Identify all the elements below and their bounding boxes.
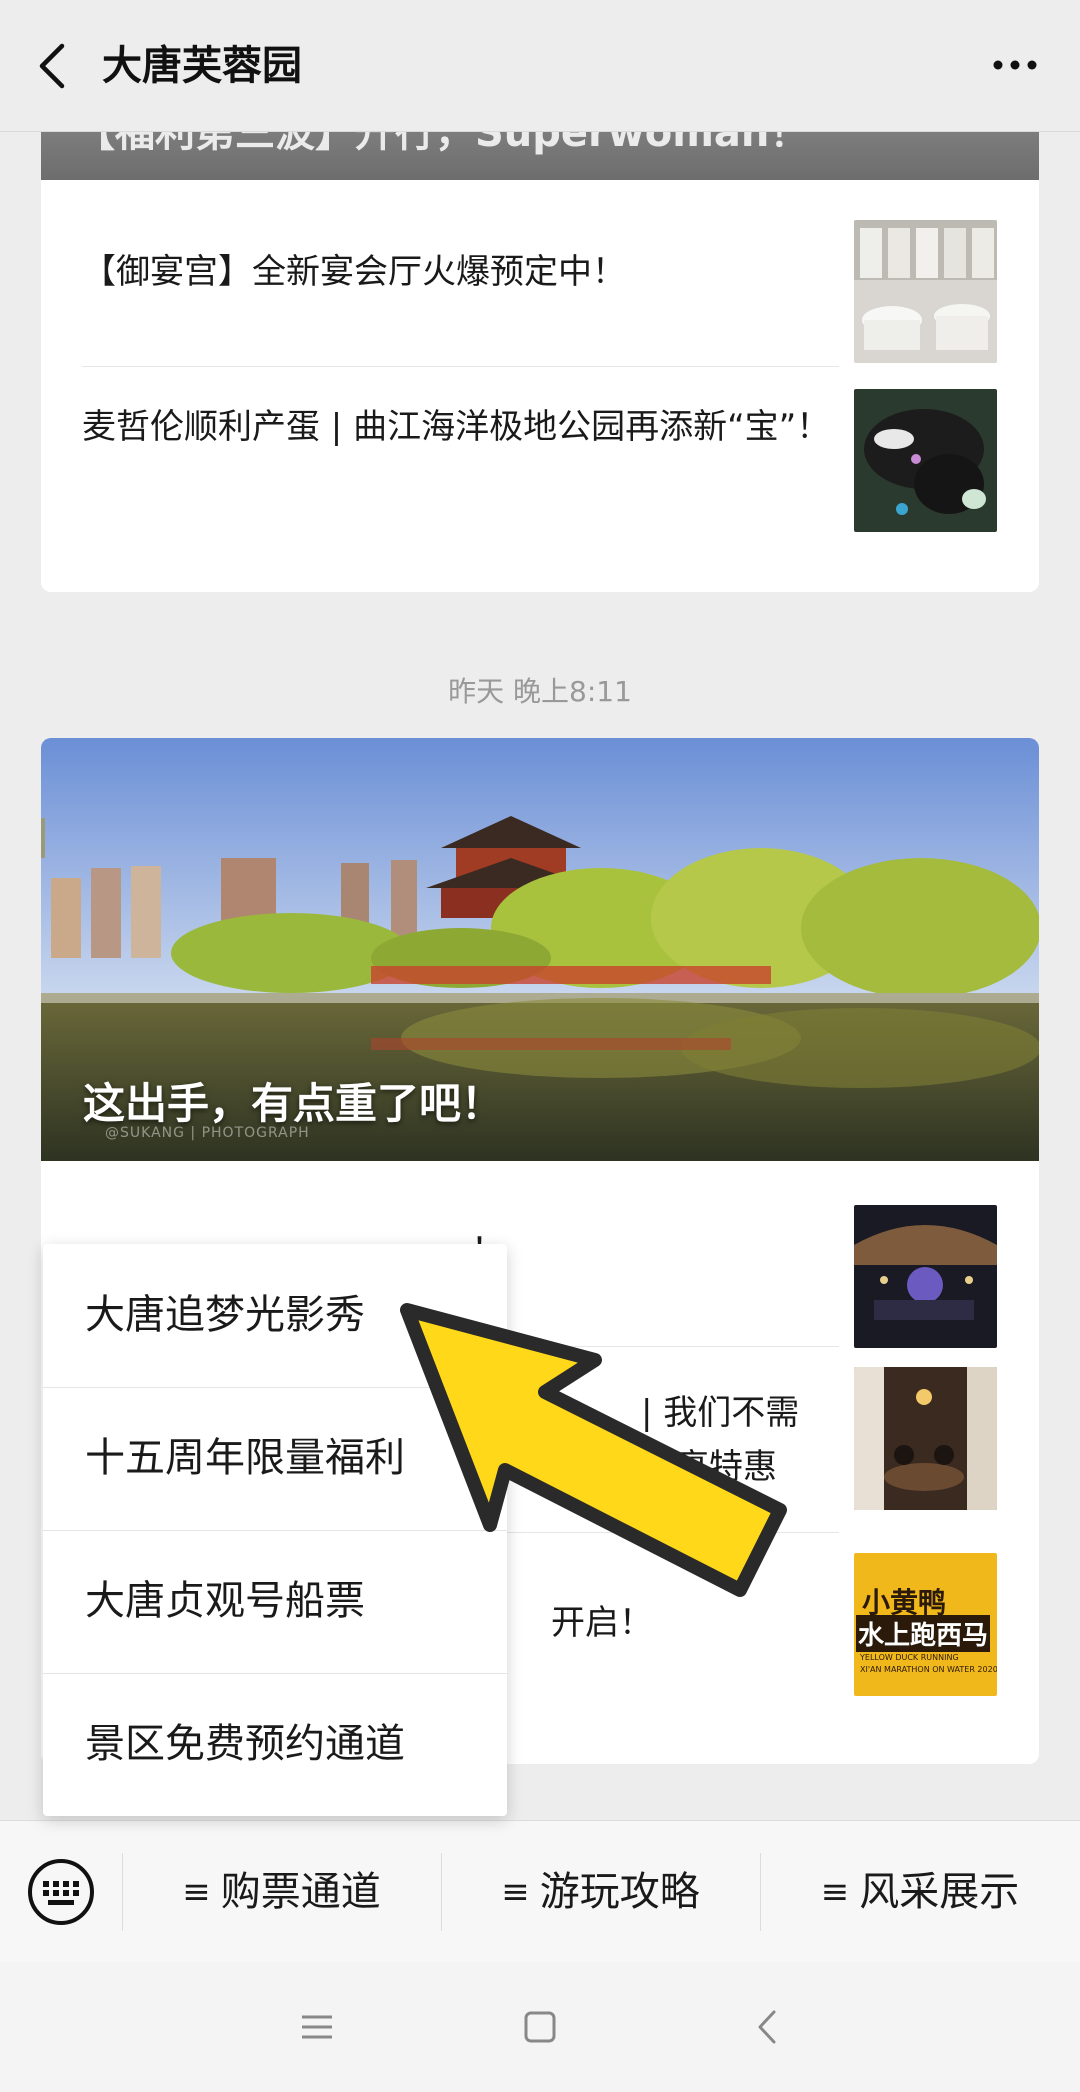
menu-showcase[interactable]: ≡ 风采展示	[760, 1821, 1080, 1963]
timestamp: 昨天 晚上8:11	[448, 675, 632, 708]
home-square-icon[interactable]	[515, 2002, 565, 2052]
menu-lines-icon: ≡	[501, 1872, 530, 1912]
thumbnail-text: YELLOW DUCK RUNNING	[860, 1653, 959, 1662]
article-card: 【福利第三波】升行，Superwoman！ 【御宴宫】全新宴会厅火爆预定中！ 麦…	[41, 132, 1039, 592]
thumbnail-text: 水上跑西马	[856, 1615, 991, 1652]
yellow-duck-thumbnail: 小黄鸭 水上跑西马 YELLOW DUCK RUNNING XI'AN MARA…	[854, 1553, 997, 1696]
menu-label: 购票通道	[220, 1869, 381, 1915]
article-hero-image[interactable]: @SUKANG | PHOTOGRAPH 这出手，有点重了吧！	[41, 738, 1039, 1161]
page-title: 大唐芙蓉园	[102, 43, 302, 89]
back-triangle-icon[interactable]	[742, 2002, 792, 2052]
chevron-left-icon[interactable]	[34, 40, 74, 92]
menu-lines-icon: ≡	[820, 1872, 850, 1912]
pointer-arrow-icon	[400, 1303, 787, 1597]
article-title: 麦哲伦顺利产蛋 | 曲江海洋极地公园再添新“宝”！	[82, 407, 831, 447]
submenu-item-free-reservation[interactable]: 景区免费预约通道	[43, 1673, 507, 1816]
article-item[interactable]: 麦哲伦顺利产蛋 | 曲江海洋极地公园再添新“宝”！	[41, 367, 1039, 567]
light-show-thumbnail	[854, 1205, 997, 1348]
article-title: 【御宴宫】全新宴会厅火爆预定中！	[82, 252, 626, 292]
keyboard-icon[interactable]	[26, 1857, 96, 1927]
article-item[interactable]: 【御宴宫】全新宴会厅火爆预定中！	[41, 180, 1039, 367]
system-navigation-bar	[0, 1962, 1080, 2092]
top-bar: 大唐芙蓉园	[0, 0, 1080, 132]
menu-icon[interactable]	[292, 2002, 342, 2052]
thumbnail-text: XI'AN MARATHON ON WATER 2020	[860, 1665, 997, 1674]
menu-label: 风采展示	[859, 1869, 1020, 1915]
article-banner[interactable]: 【福利第三波】升行，Superwoman！	[41, 132, 1039, 180]
hero-title: 这出手，有点重了吧！	[83, 1079, 504, 1128]
menu-travel-guide[interactable]: ≡ 游玩攻略	[441, 1821, 760, 1963]
menu-label: 游玩攻略	[539, 1869, 700, 1915]
more-horizontal-icon[interactable]	[990, 50, 1040, 80]
menu-lines-icon: ≡	[182, 1872, 211, 1912]
official-account-menu-bar: ≡ 购票通道 ≡ 游玩攻略 ≡ 风采展示	[0, 1820, 1080, 1962]
restaurant-thumbnail	[854, 1367, 997, 1510]
banquet-hall-thumbnail	[854, 220, 997, 363]
banner-title: 【福利第三波】升行，Superwoman！	[75, 132, 810, 156]
penguin-thumbnail	[854, 389, 997, 532]
menu-ticket-channel[interactable]: ≡ 购票通道	[122, 1821, 441, 1963]
